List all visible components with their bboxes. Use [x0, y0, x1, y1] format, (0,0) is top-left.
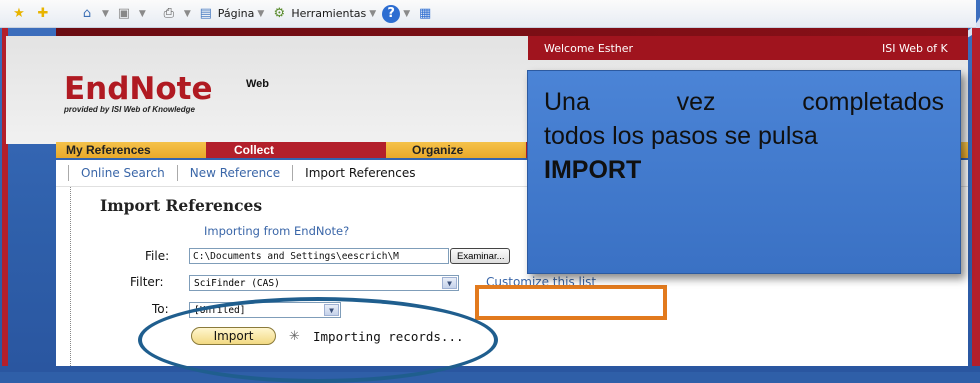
browser-command-bar: ★ ✚ ⌂ ▼ ▣ ▼ ⎙ ▼ ▤ Página ▼ ⚙ Herramienta…	[0, 0, 976, 28]
content-dotted-border	[70, 187, 71, 366]
help-icon: ?	[382, 4, 401, 23]
help-menu[interactable]: ? ▼	[382, 4, 411, 23]
tools-gear-icon: ⚙	[273, 6, 286, 21]
instruction-callout: Una vez completados todos los pasos se p…	[527, 70, 961, 274]
site-top-band	[56, 28, 968, 36]
page-menu-label: Página	[217, 7, 255, 20]
feeds-icon[interactable]: ▣	[115, 5, 133, 23]
importing-from-endnote-link[interactable]: Importing from EndNote?	[204, 224, 349, 238]
dropdown-arrow-icon: ▼	[369, 8, 377, 19]
page-menu[interactable]: ▤ Página ▼	[197, 5, 265, 23]
logo-web-superscript: Web	[246, 78, 270, 90]
tab-my-references[interactable]: My References	[56, 142, 206, 158]
filter-select[interactable]: SciFinder (CAS) ▼	[189, 275, 459, 291]
dropdown-arrow-icon[interactable]: ▼	[139, 9, 146, 19]
filter-select-value: SciFinder (CAS)	[194, 277, 280, 289]
dropdown-arrow-icon[interactable]: ▼	[102, 9, 109, 19]
dropdown-arrow-icon: ▼	[257, 8, 265, 19]
favorites-star-icon[interactable]: ★	[10, 5, 28, 23]
subnav-import-references[interactable]: Import References	[293, 166, 427, 180]
callout-line-2: todos los pasos se pulsa	[544, 122, 818, 150]
chevron-down-icon[interactable]: ▼	[442, 277, 457, 289]
callout-word: vez	[676, 88, 716, 116]
page-icon: ▤	[199, 6, 212, 21]
callout-word: Una	[544, 88, 590, 116]
page-title: Import References	[100, 196, 263, 215]
research-icon[interactable]: ▦	[416, 5, 434, 23]
tools-menu[interactable]: ⚙ Herramientas ▼	[270, 5, 377, 23]
site-right-border	[972, 28, 980, 366]
endnote-web-logo[interactable]: EndNote Web provided by ISI Web of Knowl…	[64, 74, 304, 128]
dropdown-arrow-icon[interactable]: ▼	[184, 9, 191, 19]
browse-button[interactable]: Examinar...	[450, 248, 510, 264]
print-icon[interactable]: ⎙	[160, 5, 178, 23]
callout-word: completados	[802, 88, 944, 116]
filter-label: Filter:	[130, 275, 164, 289]
callout-line-3: IMPORT	[544, 156, 642, 184]
highlight-rectangle	[475, 285, 667, 320]
dropdown-arrow-icon: ▼	[403, 8, 411, 19]
file-path-input[interactable]: C:\Documents and Settings\eescrich\M	[189, 248, 449, 264]
tab-organize[interactable]: Organize	[386, 142, 526, 158]
add-favorite-icon[interactable]: ✚	[34, 5, 52, 23]
file-label: File:	[145, 249, 170, 263]
callout-line-1: Una vez completados	[544, 85, 944, 119]
isi-link[interactable]: ISI Web of K	[882, 42, 948, 55]
tools-menu-label: Herramientas	[291, 7, 367, 20]
welcome-bar: Welcome Esther ISI Web of K	[528, 36, 968, 60]
to-label: To:	[152, 302, 169, 316]
logo-tagline: provided by ISI Web of Knowledge	[64, 105, 195, 114]
welcome-text: Welcome Esther	[544, 41, 634, 55]
subnav-new-reference[interactable]: New Reference	[178, 166, 292, 180]
tab-collect[interactable]: Collect	[206, 142, 386, 158]
highlight-ellipse	[138, 297, 498, 383]
home-icon[interactable]: ⌂	[78, 5, 96, 23]
subnav-online-search[interactable]: Online Search	[69, 166, 177, 180]
